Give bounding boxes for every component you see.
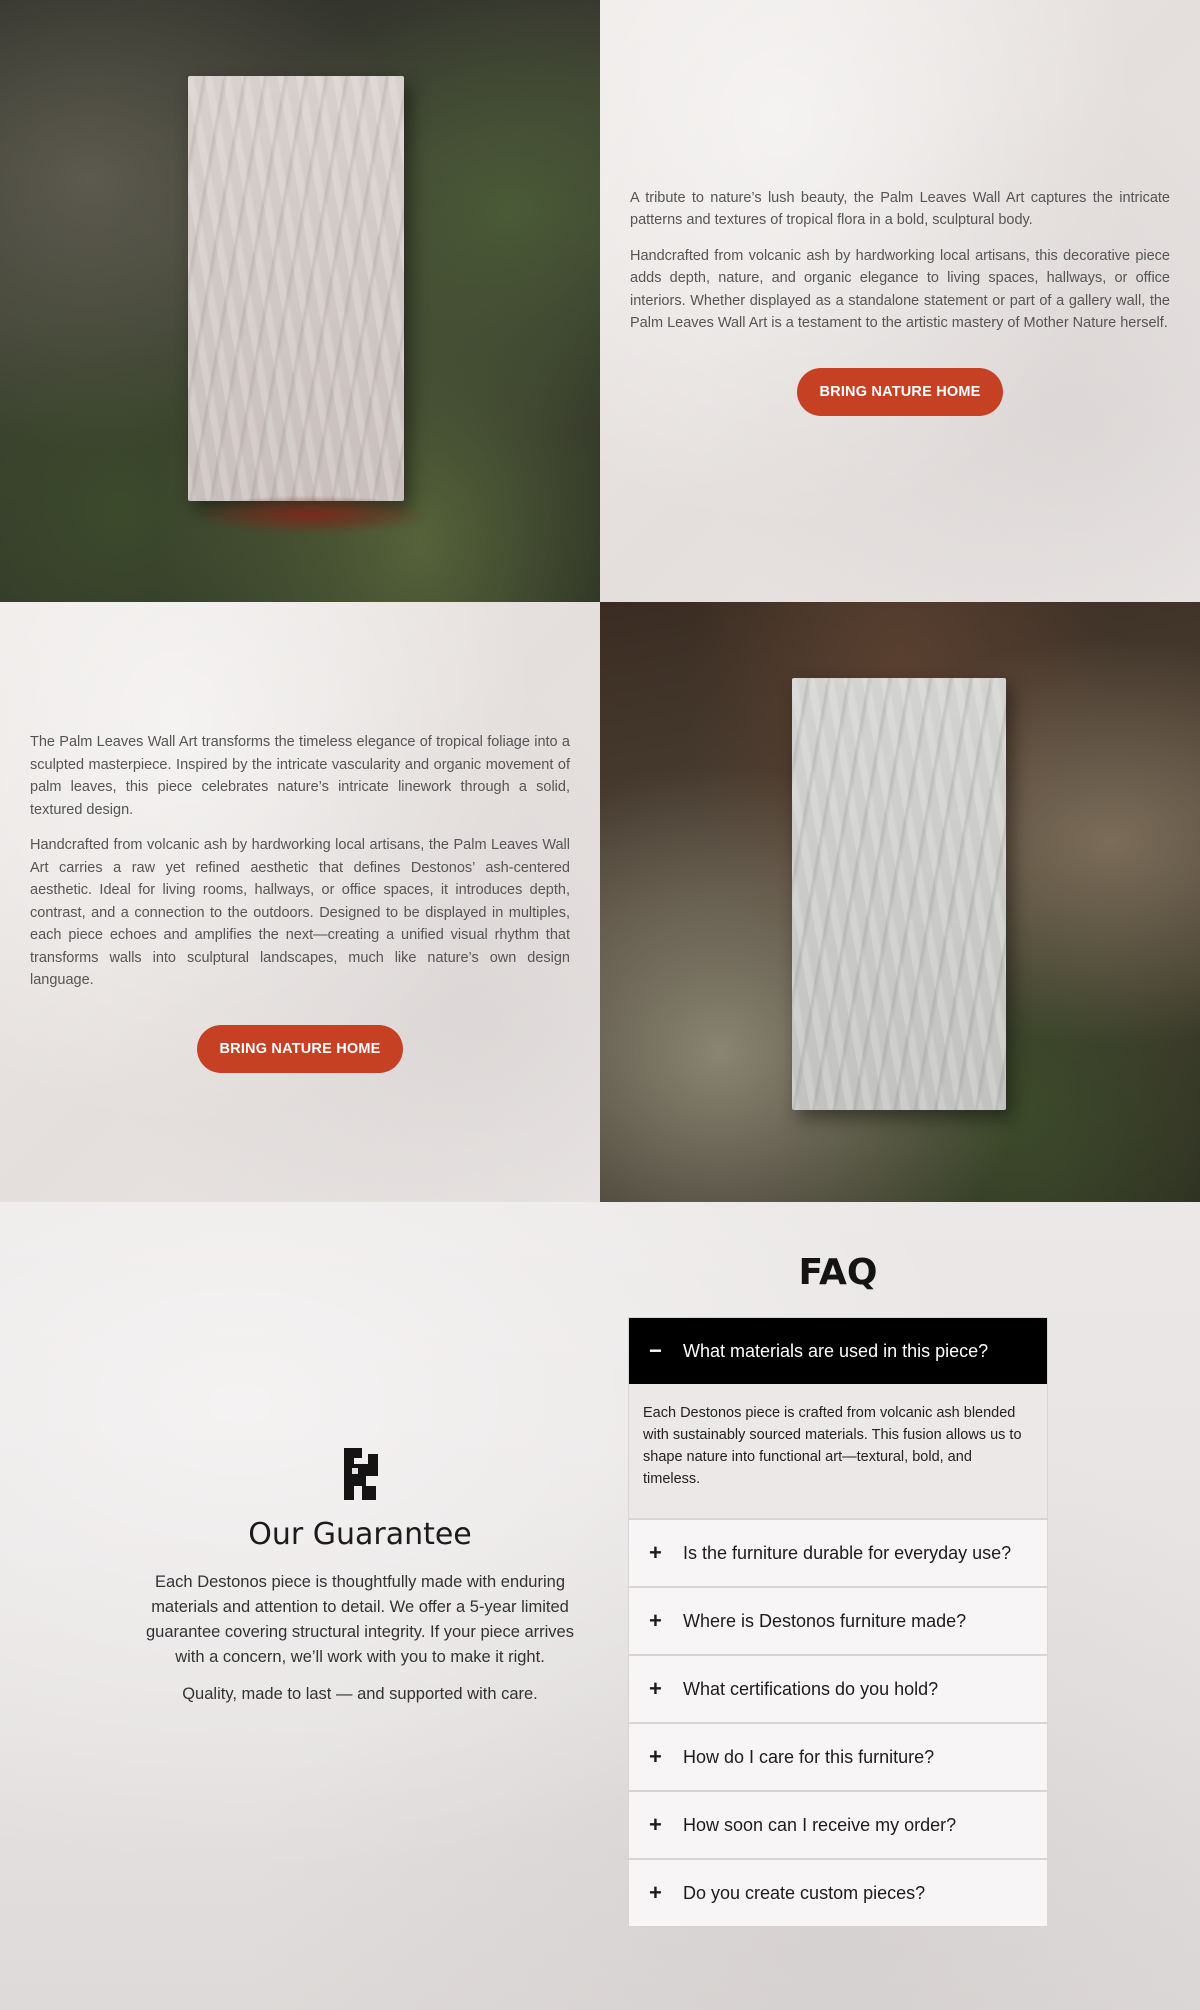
faq-question-toggle[interactable]: + How do I care for this furniture? — [629, 1724, 1047, 1790]
feature-text-1: A tribute to nature’s lush beauty, the P… — [600, 0, 1200, 602]
faq-answer: Each Destonos piece is crafted from volc… — [629, 1384, 1047, 1518]
faq-question-text: Where is Destonos furniture made? — [683, 1610, 967, 1631]
feature-row-1: A tribute to nature’s lush beauty, the P… — [0, 0, 1200, 602]
feature-row-2: The Palm Leaves Wall Art transforms the … — [0, 602, 1200, 1202]
faq-question-text: What certifications do you hold? — [683, 1678, 939, 1699]
feature-2-paragraph-2: Handcrafted from volcanic ash by hardwor… — [30, 837, 570, 989]
faq-question-toggle[interactable]: − What materials are used in this piece? — [629, 1318, 1047, 1384]
plus-icon: + — [649, 1812, 662, 1837]
bring-nature-home-button-2[interactable]: BRING NATURE HOME — [197, 1024, 403, 1073]
faq-title: FAQ — [798, 1252, 878, 1293]
guarantee-body: Each Destonos piece is thoughtfully made… — [146, 1573, 574, 1666]
guarantee-title: Our Guarantee — [248, 1517, 472, 1552]
plus-icon: + — [649, 1540, 662, 1565]
faq-question-toggle[interactable]: + Do you create custom pieces? — [629, 1860, 1047, 1926]
product-photo-moss — [0, 0, 600, 602]
bring-nature-home-button[interactable]: BRING NATURE HOME — [797, 367, 1003, 416]
faq-block: FAQ − What materials are used in this pi… — [628, 1252, 1048, 1927]
plus-icon: + — [649, 1608, 662, 1633]
product-photo-roots — [600, 602, 1200, 1202]
faq-question-toggle[interactable]: + Where is Destonos furniture made? — [629, 1588, 1047, 1654]
feature-1-paragraph-1: A tribute to nature’s lush beauty, the P… — [630, 189, 1170, 229]
minus-icon: − — [649, 1338, 662, 1363]
plus-icon: + — [649, 1880, 662, 1905]
faq-item: + Is the furniture durable for everyday … — [628, 1519, 1048, 1587]
guarantee-faq-section: Our Guarantee Each Destonos piece is tho… — [0, 1202, 1200, 2010]
faq-question-text: How soon can I receive my order? — [683, 1814, 957, 1835]
plus-icon: + — [649, 1676, 662, 1701]
faq-question-text: What materials are used in this piece? — [683, 1340, 989, 1361]
plus-icon: + — [649, 1744, 662, 1769]
feature-2-paragraph-1: The Palm Leaves Wall Art transforms the … — [30, 734, 570, 818]
faq-item: + How soon can I receive my order? — [628, 1791, 1048, 1859]
fallen-leaves-decor — [190, 495, 430, 535]
faq-item: + Do you create custom pieces? — [628, 1859, 1048, 1927]
faq-question-text: Do you create custom pieces? — [683, 1882, 926, 1903]
faq-item: + What certifications do you hold? — [628, 1655, 1048, 1723]
palm-leaves-wall-art-image-2 — [792, 678, 1006, 1110]
faq-item: − What materials are used in this piece?… — [628, 1317, 1048, 1519]
feature-text-2: The Palm Leaves Wall Art transforms the … — [0, 602, 600, 1202]
feature-1-paragraph-2: Handcrafted from volcanic ash by hardwor… — [630, 247, 1170, 332]
destonos-logo-icon — [344, 1448, 378, 1500]
guarantee-block: Our Guarantee Each Destonos piece is tho… — [140, 1442, 580, 1719]
faq-item: + Where is Destonos furniture made? — [628, 1587, 1048, 1655]
palm-leaves-wall-art-image — [188, 76, 404, 501]
guarantee-tagline: Quality, made to last — and supported wi… — [182, 1685, 538, 1703]
faq-question-toggle[interactable]: + How soon can I receive my order? — [629, 1792, 1047, 1858]
faq-question-toggle[interactable]: + What certifications do you hold? — [629, 1656, 1047, 1722]
faq-question-toggle[interactable]: + Is the furniture durable for everyday … — [629, 1520, 1047, 1586]
faq-question-text: How do I care for this furniture? — [683, 1746, 935, 1767]
faq-question-text: Is the furniture durable for everyday us… — [683, 1542, 1012, 1563]
faq-item: + How do I care for this furniture? — [628, 1723, 1048, 1791]
